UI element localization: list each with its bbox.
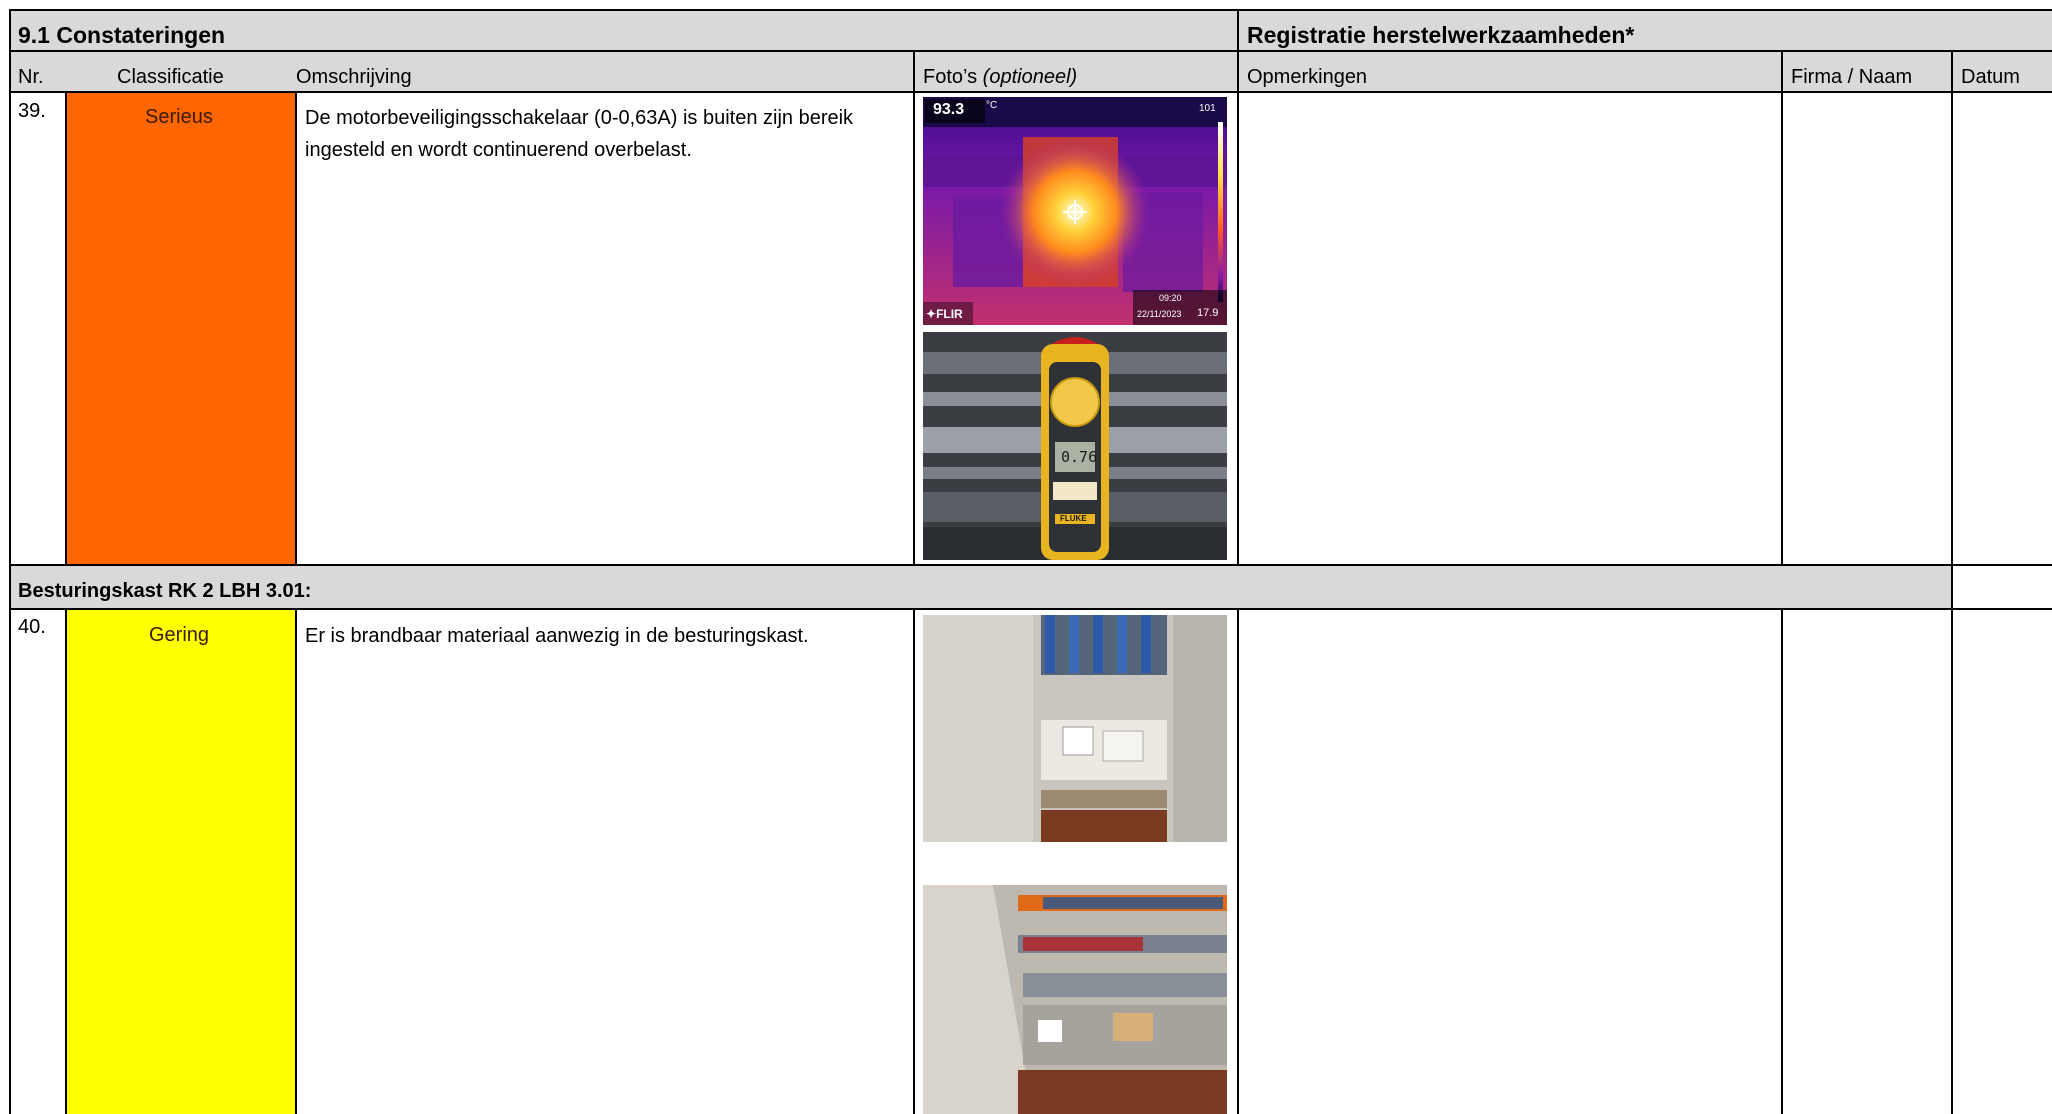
clamp-meter-photo: 0.76 FLUKE — [923, 332, 1227, 560]
col-firma: Firma / Naam — [1791, 66, 1913, 88]
repair-title: Registratie herstelwerkzaamheden* — [1247, 22, 1635, 48]
classification-cell-gering — [66, 609, 296, 1114]
grid-line — [65, 608, 67, 1114]
meter-reading: 0.76 — [1061, 448, 1098, 466]
flir-logo-icon: ✦ — [926, 307, 937, 321]
fluke-logo: FLUKE — [1060, 514, 1087, 523]
thermal-date: 22/11/2023 — [1137, 309, 1182, 319]
grid-line — [295, 91, 297, 565]
grid-line — [9, 564, 2052, 566]
thermal-temp: 93.3 — [933, 101, 965, 118]
grid-line — [9, 9, 11, 1114]
col-classificatie: Classificatie — [117, 66, 224, 88]
col-fotos: Foto’s (optioneel) — [923, 66, 1077, 89]
grid-line — [9, 50, 2052, 52]
thermal-scale-min: 17.9 — [1197, 307, 1219, 319]
flir-logo: ✦FLIR — [926, 307, 963, 321]
row-40-nr: 40. — [18, 616, 46, 638]
grid-line — [1237, 608, 1239, 1114]
row-39-description: De motorbeveiligingsschakelaar (0-0,63A)… — [305, 107, 854, 161]
grid-line — [65, 91, 67, 565]
grid-line — [1781, 608, 1783, 1114]
cabinet-open-photo — [923, 885, 1227, 1114]
row-40-description: Er is brandbaar materiaal aanwezig in de… — [305, 625, 809, 647]
col-opmerkingen: Opmerkingen — [1247, 66, 1368, 88]
thermal-unit: °C — [986, 100, 998, 111]
col-omschrijving: Omschrijving — [296, 66, 412, 88]
grid-line — [1237, 9, 1239, 565]
flir-logo-text: FLIR — [936, 307, 963, 321]
grid-line — [1781, 50, 1783, 565]
group-header: Besturingskast RK 2 LBH 3.01: — [18, 580, 312, 602]
row-40-classification: Gering — [149, 624, 210, 646]
section-title: 9.1 Constateringen — [18, 22, 226, 48]
grid-line — [913, 50, 915, 565]
grid-line — [9, 9, 2052, 11]
col-fotos-label: Foto’s — [923, 66, 978, 88]
thermal-photo: 93.3 °C 101 09:20 22/11/2023 17.9 ✦FLIR — [923, 97, 1227, 325]
row-39-nr: 39. — [18, 100, 46, 122]
col-datum: Datum — [1961, 66, 2020, 88]
cabinet-bottom-photo — [923, 615, 1227, 842]
classification-cell-serieus — [66, 92, 296, 565]
row-39-classification: Serieus — [145, 106, 213, 128]
grid-line — [295, 608, 297, 1114]
thermal-scale-max: 101 — [1199, 103, 1216, 114]
grid-line — [913, 608, 915, 1114]
col-nr: Nr. — [18, 66, 44, 88]
grid-line — [1951, 50, 1953, 1114]
grid-line — [9, 608, 2052, 610]
thermal-time: 09:20 — [1159, 293, 1182, 303]
section-header-band — [10, 10, 2052, 51]
grid-line — [9, 91, 2052, 93]
col-fotos-optional: (optioneel) — [982, 66, 1078, 88]
